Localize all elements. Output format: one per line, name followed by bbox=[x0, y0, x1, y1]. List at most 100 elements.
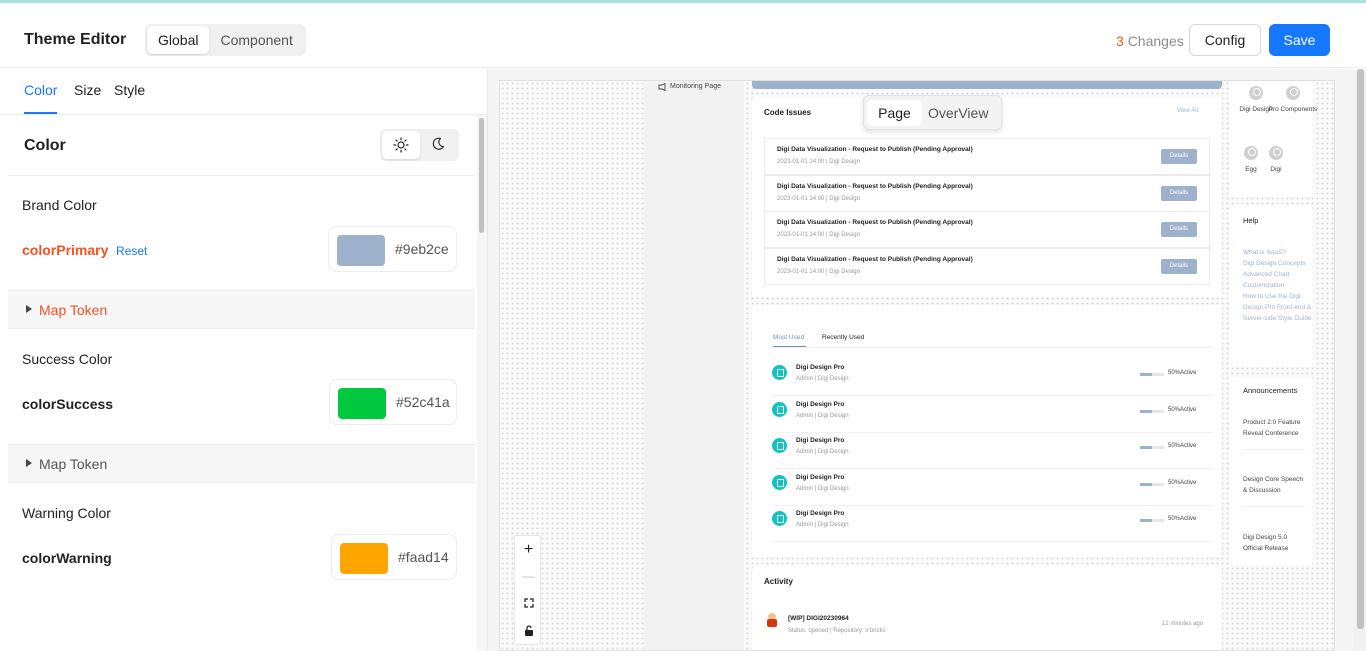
project-row[interactable]: Digi Design Pro Admin | Digi Design 50%A… bbox=[772, 360, 1212, 396]
reset-link[interactable]: Reset bbox=[116, 244, 147, 258]
project-name: Digi Design Pro bbox=[796, 474, 845, 481]
project-status: 50%Active bbox=[1168, 480, 1197, 486]
user-name: Egg bbox=[1245, 166, 1257, 173]
app-title: Theme Editor bbox=[24, 31, 127, 48]
announcement-item[interactable]: Digi Design 5.0 Official Release bbox=[1243, 532, 1305, 564]
project-owner: Admin | Digi Design bbox=[796, 486, 849, 492]
project-row[interactable]: Digi Design Pro Admin | Digi Design 50%A… bbox=[772, 470, 1212, 506]
user-item[interactable]: Pro Components bbox=[1268, 86, 1318, 115]
details-button[interactable]: Details bbox=[1161, 186, 1197, 201]
details-button[interactable]: Details bbox=[1161, 259, 1197, 274]
preview-canvas[interactable]: Monitoring Page Code Issues View All Dig… bbox=[499, 80, 1335, 651]
tab-global[interactable]: Global bbox=[147, 26, 210, 54]
user-item[interactable]: Digi bbox=[1263, 146, 1289, 175]
success-map-token-toggle[interactable]: Map Token bbox=[8, 444, 475, 483]
project-owner: Admin | Digi Design bbox=[796, 413, 849, 419]
light-mode-button[interactable] bbox=[382, 131, 420, 159]
project-row[interactable]: Digi Design Pro Admin | Digi Design 50%A… bbox=[772, 433, 1212, 469]
progress-fill bbox=[1140, 410, 1152, 413]
activity-title: Activity bbox=[764, 577, 793, 586]
details-button[interactable]: Details bbox=[1161, 222, 1197, 237]
tab-page[interactable]: Page bbox=[867, 100, 922, 126]
panel-tabs: Color Size Style bbox=[0, 69, 487, 115]
tab-style[interactable]: Style bbox=[114, 82, 145, 98]
zoom-out-button[interactable]: — bbox=[515, 563, 542, 590]
tab-recently-used[interactable]: Recently Used bbox=[822, 334, 864, 341]
project-name: Digi Design Pro bbox=[796, 364, 845, 371]
panel-scroll-thumb[interactable] bbox=[479, 118, 484, 233]
warning-color-swatch[interactable] bbox=[340, 543, 388, 574]
success-color-picker[interactable]: #52c41a bbox=[329, 379, 457, 425]
sidebar-item-monitoring[interactable]: Monitoring Page bbox=[670, 83, 721, 90]
issue-row: Digi Data Visualization - Request to Pub… bbox=[764, 248, 1210, 285]
tab-color[interactable]: Color bbox=[24, 82, 57, 98]
issue-meta: 2023-01-01 14:00 | Digi Design bbox=[777, 196, 860, 202]
project-name: Digi Design Pro bbox=[796, 401, 845, 408]
announcement-item[interactable]: Product 2.0 Feature Reveal Conference bbox=[1243, 417, 1305, 450]
mode-switch: Global Component bbox=[145, 24, 306, 56]
config-button[interactable]: Config bbox=[1189, 24, 1261, 56]
announcements-title: Announcements bbox=[1243, 386, 1298, 395]
success-color-block: Success Color colorSuccess #52c41a bbox=[8, 329, 475, 443]
brand-color-swatch[interactable] bbox=[337, 235, 385, 266]
code-issues-title: Code Issues bbox=[764, 108, 812, 117]
project-owner: Admin | Digi Design bbox=[796, 522, 849, 528]
section-title: Color bbox=[24, 137, 66, 154]
view-all-link[interactable]: View All bbox=[1177, 108, 1198, 114]
progress-fill bbox=[1140, 483, 1152, 486]
announcement-item[interactable]: Design Core Speech & Discussion bbox=[1243, 474, 1305, 507]
project-icon bbox=[772, 365, 787, 380]
warning-color-picker[interactable]: #faad14 bbox=[331, 534, 457, 580]
progress-fill bbox=[1140, 519, 1152, 522]
sun-icon bbox=[393, 137, 409, 153]
map-token-label: Map Token bbox=[39, 302, 108, 318]
brand-map-token-toggle[interactable]: Map Token bbox=[8, 290, 475, 329]
warning-color-hex[interactable]: #faad14 bbox=[398, 549, 449, 565]
details-button[interactable]: Details bbox=[1161, 149, 1197, 164]
caret-right-icon bbox=[26, 305, 32, 313]
progress-bar bbox=[1140, 519, 1164, 522]
project-status: 50%Active bbox=[1168, 370, 1197, 376]
help-link[interactable]: Digi Design Concepts bbox=[1243, 258, 1313, 269]
user-name: Pro Components bbox=[1268, 106, 1318, 113]
help-link[interactable]: Advanced Chart Customization bbox=[1243, 269, 1313, 291]
project-status: 50%Active bbox=[1168, 407, 1197, 413]
project-name: Digi Design Pro bbox=[796, 437, 845, 444]
project-status: 50%Active bbox=[1168, 443, 1197, 449]
brand-color-hex[interactable]: #9eb2ce bbox=[395, 241, 449, 257]
user-item[interactable]: Egg bbox=[1237, 146, 1265, 175]
issue-meta: 2023-01-01 14:00 | Digi Design bbox=[777, 159, 860, 165]
project-status: 50%Active bbox=[1168, 516, 1197, 522]
moon-icon[interactable] bbox=[431, 137, 445, 151]
save-button[interactable]: Save bbox=[1269, 24, 1330, 56]
success-color-hex[interactable]: #52c41a bbox=[396, 394, 450, 410]
tab-component[interactable]: Component bbox=[209, 26, 303, 54]
brand-color-picker[interactable]: #9eb2ce bbox=[328, 226, 457, 272]
lock-button[interactable] bbox=[515, 617, 542, 644]
page-scrollbar[interactable] bbox=[1354, 69, 1366, 651]
project-icon bbox=[772, 402, 787, 417]
issue-row: Digi Data Visualization - Request to Pub… bbox=[764, 138, 1210, 175]
unlock-icon bbox=[524, 625, 533, 636]
help-link[interactable]: How to Use the Digi Design Pro Front-end… bbox=[1243, 291, 1313, 324]
zoom-in-button[interactable]: + bbox=[515, 536, 542, 563]
tab-most-used[interactable]: Most Used bbox=[773, 334, 804, 341]
avatar bbox=[1244, 146, 1258, 160]
changes-indicator[interactable]: 3 Changes bbox=[1116, 33, 1184, 49]
issue-title: Digi Data Visualization - Request to Pub… bbox=[777, 219, 973, 226]
project-row[interactable]: Digi Design Pro Admin | Digi Design 50%A… bbox=[772, 506, 1212, 542]
project-row[interactable]: Digi Design Pro Admin | Digi Design 50%A… bbox=[772, 397, 1212, 433]
fullscreen-icon bbox=[523, 598, 534, 608]
light-dark-toggle[interactable] bbox=[380, 129, 459, 161]
issue-meta: 2023-01-01 14:00 | Digi Design bbox=[777, 232, 860, 238]
token-panel: Color Size Style Color Brand Color color… bbox=[0, 69, 487, 651]
success-color-swatch[interactable] bbox=[338, 388, 386, 419]
help-link[interactable]: What is SaaS? bbox=[1243, 247, 1313, 258]
tab-size[interactable]: Size bbox=[74, 82, 101, 98]
activity-item-title[interactable]: [WIP] DIGI20230964 bbox=[788, 615, 849, 622]
fit-view-button[interactable] bbox=[515, 590, 542, 617]
page-scroll-thumb[interactable] bbox=[1357, 69, 1364, 629]
user-name: Digi bbox=[1270, 166, 1282, 173]
project-owner: Admin | Digi Design bbox=[796, 376, 849, 382]
tab-overview[interactable]: OverView bbox=[928, 100, 988, 126]
